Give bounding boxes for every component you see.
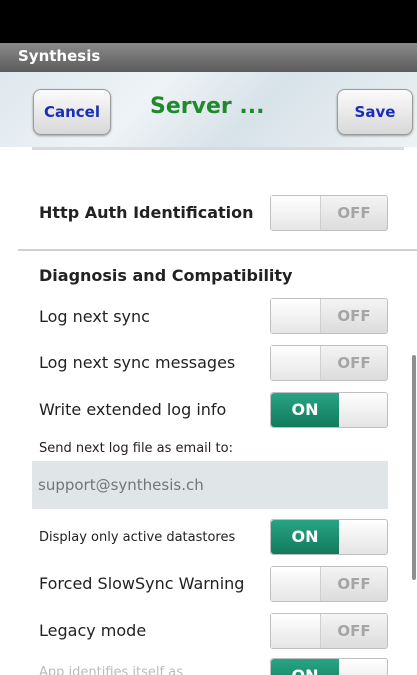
app-identifies-toggle[interactable]: ON bbox=[270, 658, 388, 675]
toggle-state-text: ON bbox=[291, 527, 319, 546]
toggle-knob bbox=[271, 196, 321, 230]
save-button[interactable]: Save bbox=[337, 89, 413, 135]
send-log-label: Send next log file as email to: bbox=[39, 441, 233, 456]
status-bar bbox=[0, 0, 417, 43]
log-next-sync-toggle[interactable]: OFF bbox=[270, 298, 388, 334]
section-divider bbox=[18, 249, 417, 251]
log-next-sync-messages-label: Log next sync messages bbox=[39, 353, 236, 372]
toggle-knob bbox=[271, 567, 321, 601]
log-next-sync-messages-toggle[interactable]: OFF bbox=[270, 345, 388, 381]
display-active-datastores-label: Display only active datastores bbox=[39, 530, 236, 545]
forced-slowsync-label: Forced SlowSync Warning bbox=[39, 574, 245, 593]
toggle-state-text: ON bbox=[291, 400, 319, 419]
scrollbar[interactable] bbox=[412, 355, 416, 580]
write-extended-log-label: Write extended log info bbox=[39, 400, 227, 419]
toggle-state-text: ON bbox=[271, 659, 339, 675]
http-auth-toggle[interactable]: OFF bbox=[270, 195, 388, 231]
display-active-datastores-toggle[interactable]: ON bbox=[270, 519, 388, 555]
legacy-mode-toggle[interactable]: OFF bbox=[270, 613, 388, 649]
list-top-divider bbox=[32, 147, 404, 150]
toggle-state-text: OFF bbox=[337, 622, 371, 640]
toggle-state-text: OFF bbox=[337, 575, 371, 593]
toggle-knob bbox=[271, 614, 321, 648]
app-identifies-label: App identifies itself as bbox=[39, 665, 183, 675]
legacy-mode-label: Legacy mode bbox=[39, 621, 147, 640]
write-extended-log-toggle[interactable]: ON bbox=[270, 392, 388, 428]
cancel-button[interactable]: Cancel bbox=[33, 89, 111, 135]
toggle-knob bbox=[271, 299, 321, 333]
app-title: Synthesis bbox=[18, 47, 101, 65]
toggle-state-text: OFF bbox=[337, 204, 371, 222]
section-title: Diagnosis and Compatibility bbox=[39, 266, 293, 285]
log-next-sync-label: Log next sync bbox=[39, 307, 150, 326]
page-title: Server ... bbox=[150, 94, 265, 119]
toggle-state-text: OFF bbox=[337, 307, 371, 325]
forced-slowsync-toggle[interactable]: OFF bbox=[270, 566, 388, 602]
app-title-bar: Synthesis bbox=[0, 43, 417, 72]
http-auth-label: Http Auth Identification bbox=[39, 203, 254, 222]
log-email-field[interactable] bbox=[32, 461, 388, 509]
toggle-knob bbox=[271, 346, 321, 380]
settings-list[interactable]: Http Auth Identification OFF Diagnosis a… bbox=[18, 147, 417, 675]
toggle-state-text: OFF bbox=[337, 354, 371, 372]
toolbar: Cancel Server ... Save bbox=[0, 72, 417, 147]
